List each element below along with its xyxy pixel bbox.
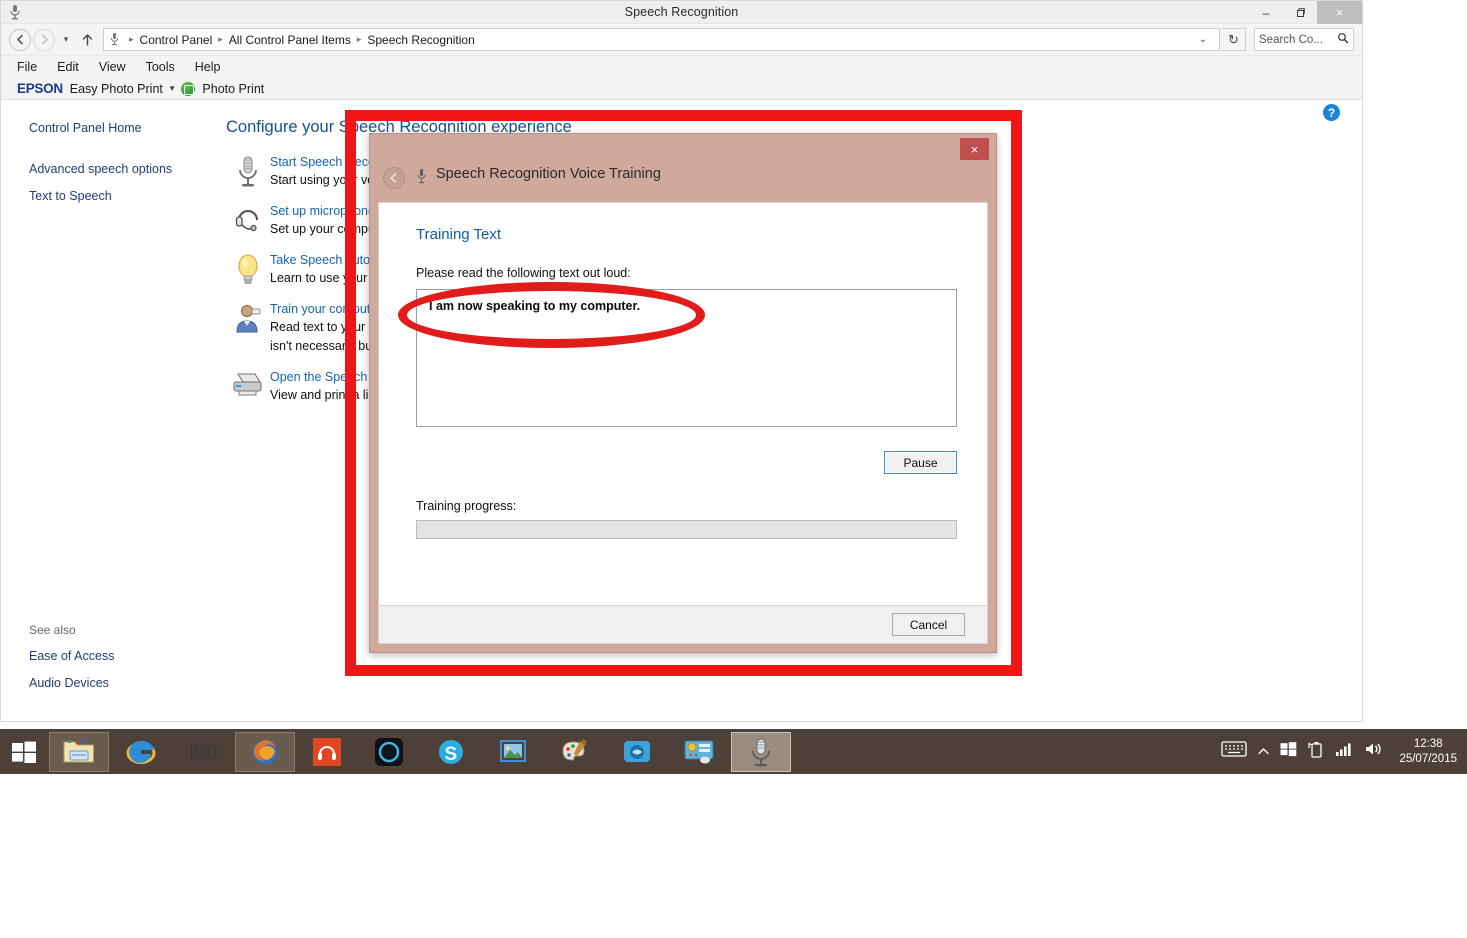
taskbar-item-file-explorer[interactable] <box>49 731 109 772</box>
see-also-title: See also <box>29 623 76 637</box>
taskbar-item-media-player[interactable] <box>359 732 419 772</box>
dialog-titlebar: × Speech Recognition Voice Training <box>370 134 996 202</box>
breadcrumb-separator: ▸ <box>356 34 362 44</box>
breadcrumb-all-items[interactable]: All Control Panel Items <box>227 33 353 47</box>
lightbulb-icon <box>226 251 270 288</box>
dialog-footer: Cancel <box>378 606 988 644</box>
close-button[interactable]: × <box>1317 1 1362 24</box>
keyboard-icon[interactable] <box>1221 740 1248 763</box>
taskbar-item-internet-explorer[interactable] <box>111 732 171 772</box>
dialog-body: Training Text Please read the following … <box>378 202 988 606</box>
chevron-down-icon[interactable]: ⌄ <box>1195 34 1215 45</box>
back-icon[interactable] <box>9 28 31 51</box>
refresh-icon[interactable]: ↻ <box>1222 28 1246 51</box>
svg-text:S: S <box>445 744 458 765</box>
taskbar-item-firefox[interactable] <box>235 731 295 772</box>
pause-row: Pause <box>416 451 957 474</box>
epson-logo: EPSON <box>17 81 63 96</box>
user-icon <box>226 300 270 356</box>
system-tray: 12:38 25/07/2015 <box>1221 729 1467 774</box>
see-also-section: See also Ease of Access Audio Devices <box>29 623 114 700</box>
taskbar-item-scanner-app[interactable] <box>607 732 667 772</box>
training-text-box: I am now speaking to my computer. <box>416 289 957 427</box>
microphone-icon <box>226 153 270 190</box>
task-description: Read text to your co isn't necessary, bu… <box>270 320 382 353</box>
section-title: Training Text <box>416 226 502 243</box>
menu-help[interactable]: Help <box>195 60 221 74</box>
window-title: Speech Recognition <box>624 5 739 19</box>
magnifier-icon[interactable] <box>1337 32 1349 47</box>
up-icon[interactable] <box>77 29 97 51</box>
taskbar-item-speech-recognition-app[interactable] <box>731 731 791 772</box>
svg-text:ND: ND <box>190 742 218 764</box>
battery-icon[interactable] <box>1308 740 1324 763</box>
start-button[interactable] <box>0 729 48 774</box>
epson-toolbar: EPSON Easy Photo Print ▾ Photo Print <box>1 78 1362 100</box>
menu-edit[interactable]: Edit <box>57 60 79 74</box>
signal-icon[interactable] <box>1335 741 1353 762</box>
breadcrumb-separator: ▸ <box>129 34 134 44</box>
menu-view[interactable]: View <box>99 60 126 74</box>
sidebar-item-advanced-speech-options[interactable]: Advanced speech options <box>29 159 216 179</box>
windows-icon[interactable] <box>1280 741 1297 762</box>
microphone-icon <box>108 32 121 47</box>
taskbar-item-headphones-app[interactable] <box>297 732 357 772</box>
sidebar: Control Panel Home Advanced speech optio… <box>1 100 216 720</box>
back-icon[interactable] <box>383 167 405 189</box>
navigation-bar: ▾ ▸ Control Panel ▸ All Control Panel It… <box>1 24 1362 56</box>
menu-bar: File Edit View Tools Help <box>1 56 1362 78</box>
printer-icon <box>226 368 270 405</box>
taskbar-item-photo-viewer[interactable] <box>483 732 543 772</box>
recent-locations-icon[interactable]: ▾ <box>57 29 75 51</box>
easy-photo-print-button[interactable]: Easy Photo Print <box>70 82 163 96</box>
sidebar-item-audio-devices[interactable]: Audio Devices <box>29 673 114 693</box>
chevron-down-icon[interactable]: ▾ <box>170 83 175 94</box>
taskbar-item-paint[interactable] <box>545 732 605 772</box>
menu-file[interactable]: File <box>17 60 37 74</box>
pause-button[interactable]: Pause <box>884 451 957 474</box>
speaker-icon[interactable] <box>1364 741 1382 762</box>
photo-print-button[interactable]: Photo Print <box>202 82 264 96</box>
forward-icon[interactable] <box>33 28 55 51</box>
clock[interactable]: 12:38 25/07/2015 <box>1393 737 1457 767</box>
training-text: I am now speaking to my computer. <box>429 299 641 313</box>
progress-label: Training progress: <box>416 499 517 513</box>
breadcrumb-control-panel[interactable]: Control Panel <box>138 33 215 47</box>
show-hidden-icons-button[interactable] <box>1258 743 1270 761</box>
taskbar: ND S 12:38 25/07/2015 <box>0 729 1467 774</box>
training-progress-bar <box>416 520 957 539</box>
cancel-button[interactable]: Cancel <box>892 613 965 636</box>
taskbar-item-control-panel-app[interactable] <box>669 732 729 772</box>
menu-tools[interactable]: Tools <box>146 60 175 74</box>
clock-date: 25/07/2015 <box>1399 752 1457 765</box>
window-controls: – × <box>1249 1 1362 24</box>
address-bar[interactable]: ▸ Control Panel ▸ All Control Panel Item… <box>103 28 1220 51</box>
dialog-close-button[interactable]: × <box>960 138 989 160</box>
maximize-button[interactable] <box>1283 1 1317 24</box>
breadcrumb-separator: ▸ <box>218 34 223 44</box>
instruction-text: Please read the following text out loud: <box>416 266 631 280</box>
desktop-background <box>0 774 1467 938</box>
sidebar-item-text-to-speech[interactable]: Text to Speech <box>29 186 216 206</box>
clock-time: 12:38 <box>1413 737 1443 750</box>
dialog-title: Speech Recognition Voice Training <box>436 166 661 182</box>
sidebar-item-ease-of-access[interactable]: Ease of Access <box>29 646 114 666</box>
help-icon[interactable]: ? <box>1323 104 1340 121</box>
taskbar-item-skype[interactable]: S <box>421 732 481 772</box>
breadcrumb-speech-recognition[interactable]: Speech Recognition <box>365 33 476 47</box>
microphone-icon <box>415 168 428 185</box>
minimize-button[interactable]: – <box>1249 1 1283 24</box>
voice-training-dialog: × Speech Recognition Voice Training Trai… <box>369 133 997 653</box>
microphone-icon <box>7 4 23 21</box>
search-input[interactable]: Search Co... <box>1254 28 1354 51</box>
search-value: Search Co... <box>1259 33 1323 46</box>
taskbar-item-nd-app[interactable]: ND <box>173 732 233 772</box>
headset-icon <box>226 202 270 239</box>
photo-print-icon <box>181 81 196 96</box>
window-titlebar: Speech Recognition – × <box>1 1 1362 24</box>
sidebar-item-control-panel-home[interactable]: Control Panel Home <box>29 118 216 138</box>
task-title[interactable]: Train your computer <box>270 301 382 318</box>
